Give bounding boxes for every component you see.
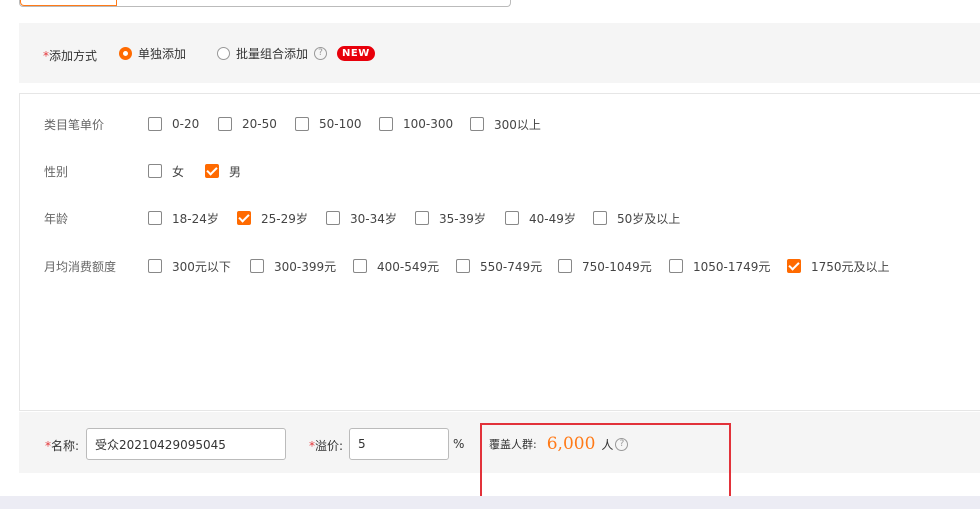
checkbox-option-spend-5[interactable]: 1050-1749元 [669,256,770,276]
checkbox-spend[interactable] [148,259,162,273]
top-segment-active[interactable] [20,0,117,6]
checkbox-label: 0-20 [172,117,200,131]
checkbox-spend[interactable] [456,259,470,273]
checkbox-price[interactable] [379,117,393,131]
checkbox-label: 50岁及以上 [617,211,681,226]
name-input[interactable] [86,428,286,460]
checkbox-label: 300元以下 [172,259,231,274]
checkbox-spend[interactable] [787,259,801,273]
checkbox-label: 20-50 [242,117,277,131]
checkbox-option-price-4[interactable]: 300以上 [470,114,541,134]
checkbox-option-age-2[interactable]: 30-34岁 [326,208,397,228]
checkbox-option-spend-4[interactable]: 750-1049元 [558,256,652,276]
checkbox-label: 40-49岁 [529,211,576,226]
radio-single-add[interactable]: 单独添加 [119,23,186,83]
checkbox-age[interactable] [148,211,162,225]
checkbox-option-price-2[interactable]: 50-100 [295,114,362,134]
radio-batch-add[interactable]: 批量组合添加 ? NEW [217,23,375,83]
checkbox-gender[interactable] [148,164,162,178]
checkbox-age[interactable] [593,211,607,225]
new-badge: NEW [337,45,375,61]
checkbox-gender[interactable] [205,164,219,178]
checkbox-price[interactable] [295,117,309,131]
premium-label: *溢价: [309,439,344,453]
percent-sign: % [453,437,465,451]
radio-single-label: 单独添加 [138,46,187,61]
coverage-label: 覆盖人群: [489,438,537,451]
checkbox-label: 女 [172,164,185,179]
checkbox-label: 400-549元 [377,259,440,274]
checkbox-age[interactable] [505,211,519,225]
checkbox-option-age-5[interactable]: 50岁及以上 [593,208,680,228]
checkbox-option-spend-6[interactable]: 1750元及以上 [787,256,890,276]
checkbox-price[interactable] [148,117,162,131]
checkbox-spend[interactable] [353,259,367,273]
checkbox-option-age-1[interactable]: 25-29岁 [237,208,308,228]
checkbox-label: 男 [229,164,242,179]
premium-input[interactable] [349,428,449,460]
question-circle-icon[interactable]: ? [615,437,629,451]
coverage-display: 覆盖人群: 6,000 人 ? [489,432,629,456]
checkbox-option-age-4[interactable]: 40-49岁 [505,208,576,228]
checkbox-option-gender-1[interactable]: 男 [205,161,241,181]
checkbox-label: 300-399元 [274,259,337,274]
name-label: *名称: [45,439,80,453]
audience-filter-panel: 类目笔单价 0-20 20-50 50-100 100-300 300以上 性别 女男 … [19,93,980,411]
question-circle-icon[interactable]: ? [314,46,328,60]
checkbox-spend[interactable] [250,259,264,273]
checkbox-option-price-1[interactable]: 20-50 [218,114,277,134]
checkbox-age[interactable] [237,211,251,225]
bottom-form-panel: *名称: *溢价: % 覆盖人群: 6,000 人 ? [19,412,980,473]
top-segment-control[interactable] [19,0,511,7]
checkbox-option-price-0[interactable]: 0-20 [148,114,199,134]
checkbox-label: 1750元及以上 [811,259,890,274]
footer-band [0,496,980,509]
checkbox-label: 550-749元 [480,259,543,274]
checkbox-label: 100-300 [403,117,454,131]
filter-label-price: 类目笔单价 [44,117,105,132]
checkbox-spend[interactable] [669,259,683,273]
coverage-unit: 人 [601,437,614,452]
checkbox-option-spend-3[interactable]: 550-749元 [456,256,542,276]
checkbox-label: 1050-1749元 [693,259,771,274]
checkbox-label: 35-39岁 [439,211,486,226]
checkbox-option-spend-0[interactable]: 300元以下 [148,256,231,276]
checkbox-label: 300以上 [494,117,541,132]
checkbox-spend[interactable] [558,259,572,273]
radio-batch-indicator[interactable] [217,46,230,60]
filter-label-spend: 月均消费额度 [44,259,117,274]
checkbox-label: 18-24岁 [172,211,219,226]
checkbox-option-spend-1[interactable]: 300-399元 [250,256,336,276]
checkbox-age[interactable] [415,211,429,225]
checkbox-price[interactable] [218,117,232,131]
checkbox-option-spend-2[interactable]: 400-549元 [353,256,439,276]
checkbox-option-gender-0[interactable]: 女 [148,161,184,181]
filter-label-age: 年龄 [44,211,69,226]
checkbox-option-age-3[interactable]: 35-39岁 [415,208,486,228]
radio-batch-label: 批量组合添加 [236,46,309,61]
add-method-label: *添加方式 [43,49,98,63]
checkbox-label: 25-29岁 [261,211,308,226]
checkbox-price[interactable] [470,117,484,131]
checkbox-age[interactable] [326,211,340,225]
checkbox-label: 750-1049元 [582,259,652,274]
checkbox-option-price-3[interactable]: 100-300 [379,114,453,134]
radio-single-indicator[interactable] [119,46,132,60]
add-method-panel: *添加方式 单独添加 批量组合添加 ? NEW [19,23,980,83]
coverage-value: 6,000 [546,434,596,454]
checkbox-label: 30-34岁 [350,211,397,226]
filter-label-gender: 性别 [44,164,69,179]
checkbox-option-age-0[interactable]: 18-24岁 [148,208,219,228]
checkbox-label: 50-100 [319,117,362,131]
